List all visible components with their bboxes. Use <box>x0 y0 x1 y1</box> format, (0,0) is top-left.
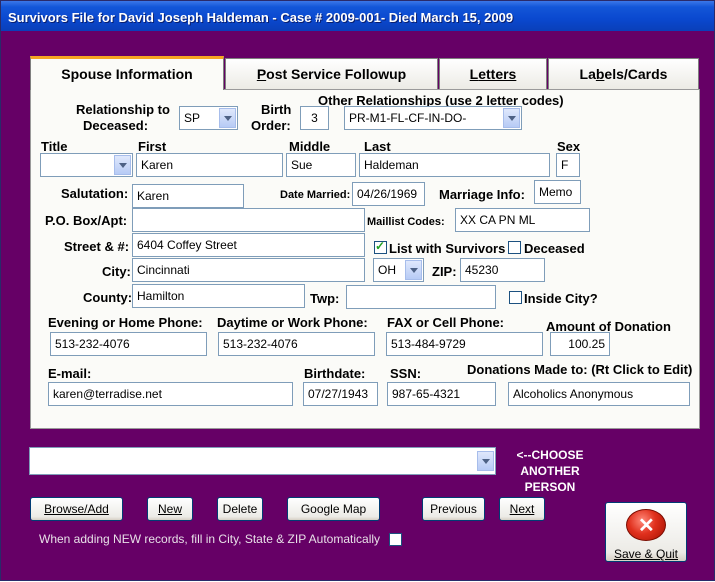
browse-add-label: Browse/Add <box>44 502 109 516</box>
last-name-field[interactable]: Haldeman <box>359 153 550 177</box>
chevron-down-icon[interactable] <box>219 108 236 128</box>
autofill-label: When adding NEW records, fill in City, S… <box>39 532 381 546</box>
birth-order-label-line2: Order: <box>251 118 291 133</box>
county-label: County: <box>83 290 133 305</box>
ssn-field[interactable]: 987-65-4321 <box>387 382 496 406</box>
new-button[interactable]: New <box>147 497 193 521</box>
email-label: E-mail: <box>48 366 92 381</box>
list-with-survivors-label: List with Survivors <box>389 241 506 256</box>
ssn-label: SSN: <box>390 366 422 381</box>
previous-button[interactable]: Previous <box>422 497 485 521</box>
pobox-field[interactable] <box>132 208 365 232</box>
close-icon <box>626 509 666 541</box>
state-value: OH <box>378 263 396 277</box>
sex-label: Sex <box>557 139 581 154</box>
relationship-value: SP <box>184 111 201 125</box>
save-and-quit-label: Save & Quit <box>613 547 679 561</box>
city-label: City: <box>102 264 131 279</box>
daytime-phone-label: Daytime or Work Phone: <box>217 315 368 330</box>
marriage-info-label: Marriage Info: <box>439 187 525 202</box>
relationship-select[interactable]: SP <box>179 106 238 130</box>
delete-button[interactable]: Delete <box>217 497 263 521</box>
maillist-codes-label: Maillist Codes: <box>367 216 445 228</box>
date-married-field[interactable]: 04/26/1969 <box>352 182 425 206</box>
birthdate-field[interactable]: 07/27/1943 <box>303 382 378 406</box>
chevron-down-icon[interactable] <box>477 451 494 471</box>
city-field[interactable]: Cincinnati <box>132 258 365 282</box>
maillist-codes-field[interactable]: XX CA PN ML <box>455 208 590 232</box>
sex-field[interactable]: F <box>556 153 580 177</box>
evening-phone-field[interactable]: 513-232-4076 <box>50 332 207 356</box>
deceased-label: Deceased <box>524 241 585 256</box>
fax-cell-field[interactable]: 513-484-9729 <box>386 332 543 356</box>
choose-person-select[interactable] <box>29 447 496 475</box>
inside-city-label: Inside City? <box>524 291 598 306</box>
other-relationships-value: PR-M1-FL-CF-IN-DO- <box>349 111 467 125</box>
fax-cell-label: FAX or Cell Phone: <box>387 315 505 330</box>
last-name-label: Last <box>364 139 391 154</box>
chevron-down-icon[interactable] <box>114 155 131 175</box>
daytime-phone-field[interactable]: 513-232-4076 <box>218 332 375 356</box>
chevron-down-icon[interactable] <box>503 108 520 128</box>
zip-field[interactable]: 45230 <box>460 258 545 282</box>
next-label: Next <box>509 502 535 516</box>
middle-name-label: Middle <box>289 139 331 154</box>
form-layer: Relationship to Deceased: SP Birth Order… <box>1 1 715 582</box>
next-button[interactable]: Next <box>499 497 545 521</box>
pobox-label: P.O. Box/Apt: <box>45 213 128 228</box>
salutation-field[interactable]: Karen <box>132 184 244 208</box>
choose-hint-line2: ANOTHER <box>520 464 580 478</box>
chevron-down-icon[interactable] <box>405 260 422 280</box>
middle-name-field[interactable]: Sue <box>286 153 356 177</box>
new-label: New <box>157 502 182 516</box>
salutation-label: Salutation: <box>61 186 129 201</box>
email-field[interactable]: karen@terradise.net <box>48 382 293 406</box>
title-select[interactable] <box>40 153 133 177</box>
state-select[interactable]: OH <box>373 258 424 282</box>
township-field[interactable] <box>346 285 496 309</box>
township-label: Twp: <box>310 291 340 306</box>
donations-made-label: Donations Made to: (Rt Click to Edit) <box>467 362 693 377</box>
first-name-label: First <box>138 139 167 154</box>
inside-city-checkbox[interactable] <box>509 291 522 304</box>
relationship-label: Relationship to <box>76 102 170 117</box>
county-field[interactable]: Hamilton <box>132 284 305 308</box>
deceased-checkbox[interactable] <box>508 241 521 254</box>
relationship-label-line2: Deceased: <box>83 118 149 133</box>
autofill-checkbox[interactable] <box>389 533 402 546</box>
google-map-button[interactable]: Google Map <box>287 497 380 521</box>
save-and-quit-button[interactable]: Save & Quit <box>605 502 687 562</box>
choose-hint-line3: PERSON <box>524 480 576 494</box>
choose-another-person-hint: <--CHOOSE ANOTHER PERSON <box>509 447 591 495</box>
other-relationships-select[interactable]: PR-M1-FL-CF-IN-DO- <box>344 106 522 130</box>
donation-amount-field[interactable]: 100.25 <box>550 332 610 356</box>
birthdate-label: Birthdate: <box>304 366 366 381</box>
application-window: Survivors File for David Joseph Haldeman… <box>0 0 715 581</box>
zip-label: ZIP: <box>432 264 457 279</box>
marriage-info-field[interactable]: Memo <box>534 180 581 204</box>
evening-phone-label: Evening or Home Phone: <box>48 315 203 330</box>
delete-label: Delete <box>222 502 258 516</box>
date-married-label: Date Married: <box>280 189 351 201</box>
birth-order-field[interactable]: 3 <box>300 106 329 130</box>
list-with-survivors-checkbox[interactable] <box>374 239 387 254</box>
choose-hint-line1: <--CHOOSE <box>516 448 584 462</box>
title-label: Title <box>41 139 68 154</box>
google-map-label: Google Map <box>300 502 367 516</box>
previous-label: Previous <box>430 502 477 516</box>
street-label: Street & #: <box>64 239 130 254</box>
street-field[interactable]: 6404 Coffey Street <box>132 233 365 257</box>
birth-order-label: Birth <box>261 102 292 117</box>
donations-made-field[interactable]: Alcoholics Anonymous <box>508 382 690 406</box>
browse-add-button[interactable]: Browse/Add <box>30 497 123 521</box>
first-name-field[interactable]: Karen <box>136 153 283 177</box>
